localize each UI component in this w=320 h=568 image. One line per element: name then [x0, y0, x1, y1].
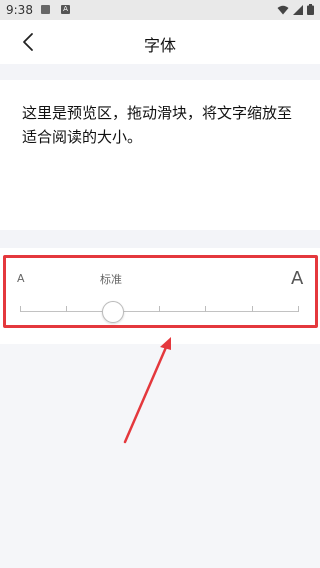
highlight-box: [3, 255, 318, 328]
image-notification-icon: [41, 5, 50, 14]
preview-text: 这里是预览区，拖动滑块，将文字缩放至适合阅读的大小。: [22, 104, 293, 146]
page-title: 字体: [143, 36, 176, 55]
wifi-icon: [277, 5, 289, 14]
section-divider: [0, 64, 320, 80]
status-right-icons: [277, 4, 314, 15]
battery-icon: [307, 4, 314, 15]
section-divider: [0, 230, 320, 248]
status-bar: 9:38 A: [0, 0, 320, 20]
preview-area: 这里是预览区，拖动滑块，将文字缩放至适合阅读的大小。: [0, 80, 320, 230]
app-bar: 字体: [0, 20, 320, 64]
a-notification-icon: A: [61, 5, 70, 14]
status-time: 9:38: [6, 3, 33, 17]
signal-icon: [293, 4, 303, 15]
